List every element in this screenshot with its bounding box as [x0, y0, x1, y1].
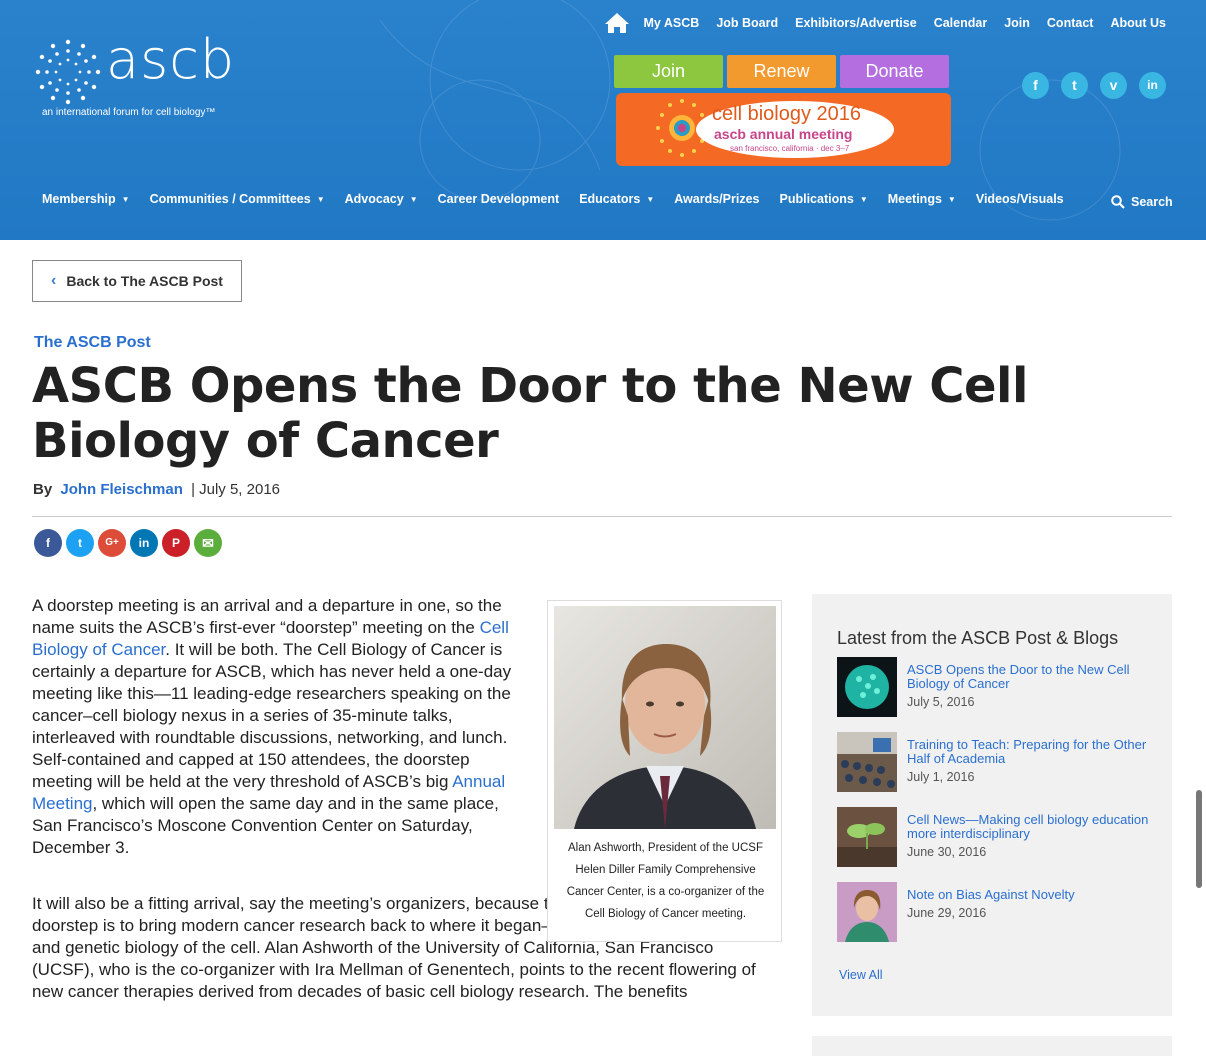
search-label: Search — [1131, 195, 1173, 209]
site-header: ascb an international forum for cell bio… — [0, 0, 1206, 240]
sidebar-widget — [812, 1036, 1172, 1056]
article-paragraph: A doorstep meeting is an arrival and a d… — [32, 596, 512, 857]
twitter-icon[interactable]: t — [66, 529, 94, 557]
post-thumbnail[interactable] — [837, 807, 897, 867]
chevron-down-icon: ▼ — [859, 195, 868, 204]
utility-nav: My ASCB Job Board Exhibitors/Advertise C… — [604, 12, 1166, 34]
scrollbar-thumb[interactable] — [1196, 790, 1202, 888]
twitter-icon[interactable]: t — [1061, 72, 1088, 99]
banner-subtitle: ascb annual meeting — [714, 126, 853, 142]
view-all-link[interactable]: View All — [839, 968, 883, 982]
post-thumbnail[interactable] — [837, 657, 897, 717]
email-icon[interactable]: ✉ — [194, 529, 222, 557]
chevron-down-icon: ▼ — [409, 195, 418, 204]
facebook-icon[interactable]: f — [1022, 72, 1049, 99]
facebook-icon[interactable]: f — [34, 529, 62, 557]
banner-location: san francisco, california · dec 3–7 — [730, 144, 850, 153]
nav-communities[interactable]: Communities / Committees ▼ — [150, 192, 325, 206]
post-thumbnail[interactable] — [837, 732, 897, 792]
list-item[interactable]: ASCB Opens the Door to the New Cell Biol… — [837, 657, 1157, 717]
google-plus-icon[interactable]: G+ — [98, 529, 126, 557]
annual-meeting-banner[interactable]: cell biology 2016 ascb annual meeting sa… — [616, 93, 951, 166]
donate-button[interactable]: Donate — [840, 55, 949, 88]
renew-button[interactable]: Renew — [727, 55, 836, 88]
logo-tagline: an international forum for cell biology™ — [42, 107, 216, 118]
chevron-down-icon: ▼ — [121, 195, 130, 204]
ascb-logo[interactable]: ascb an international forum for cell bio… — [32, 28, 252, 124]
chevron-down-icon: ▼ — [947, 195, 956, 204]
search-icon — [1111, 195, 1125, 209]
logo-wordmark: ascb — [106, 28, 236, 91]
list-item[interactable]: Training to Teach: Preparing for the Oth… — [837, 732, 1157, 792]
nav-join[interactable]: Join — [1004, 16, 1030, 30]
sidebar-title: Latest from the ASCB Post & Blogs — [837, 628, 1119, 648]
social-links: f t v in — [1022, 72, 1178, 99]
post-thumbnail[interactable] — [837, 882, 897, 942]
post-title-link[interactable]: ASCB Opens the Door to the New Cell Biol… — [907, 663, 1152, 691]
portrait-photo — [554, 606, 776, 829]
article-photo-figure: Alan Ashworth, President of the UCSF Hel… — [547, 600, 782, 942]
pinterest-icon[interactable]: P — [162, 529, 190, 557]
section-label[interactable]: The ASCB Post — [34, 334, 151, 352]
logo-dots-icon — [35, 39, 101, 105]
nav-meetings[interactable]: Meetings ▼ — [888, 192, 956, 206]
publish-date: | July 5, 2016 — [191, 481, 281, 498]
linkedin-icon[interactable]: in — [130, 529, 158, 557]
nav-about-us[interactable]: About Us — [1110, 16, 1166, 30]
post-date: July 1, 2016 — [907, 770, 975, 784]
list-item[interactable]: Note on Bias Against Novelty June 29, 20… — [837, 882, 1157, 942]
banner-title: cell biology 2016 — [712, 103, 861, 125]
nav-advocacy[interactable]: Advocacy ▼ — [345, 192, 418, 206]
nav-membership[interactable]: Membership ▼ — [42, 192, 130, 206]
nav-contact[interactable]: Contact — [1047, 16, 1094, 30]
share-bar: f t G+ in P ✉ — [34, 529, 226, 557]
divider — [32, 516, 1172, 517]
linkedin-icon[interactable]: in — [1139, 72, 1166, 99]
home-icon[interactable] — [604, 12, 630, 34]
vimeo-icon[interactable]: v — [1100, 72, 1127, 99]
post-title-link[interactable]: Note on Bias Against Novelty — [907, 888, 1152, 902]
post-title-link[interactable]: Training to Teach: Preparing for the Oth… — [907, 738, 1152, 766]
search-button[interactable]: Search — [1111, 195, 1173, 209]
post-title-link[interactable]: Cell News—Making cell biology education … — [907, 813, 1152, 841]
nav-job-board[interactable]: Job Board — [716, 16, 778, 30]
back-button-label: Back to The ASCB Post — [66, 273, 223, 289]
nav-exhibitors[interactable]: Exhibitors/Advertise — [795, 16, 917, 30]
nav-educators[interactable]: Educators ▼ — [579, 192, 654, 206]
nav-publications[interactable]: Publications ▼ — [779, 192, 867, 206]
photo-caption: Alan Ashworth, President of the UCSF Hel… — [566, 842, 765, 920]
main-nav: Membership ▼ Communities / Committees ▼ Ad… — [42, 192, 1084, 206]
nav-awards[interactable]: Awards/Prizes — [674, 192, 759, 206]
nav-videos[interactable]: Videos/Visuals — [976, 192, 1064, 206]
join-button[interactable]: Join — [614, 55, 723, 88]
chevron-left-icon: ‹ — [51, 272, 57, 289]
post-date: June 29, 2016 — [907, 906, 987, 920]
nav-career-development[interactable]: Career Development — [438, 192, 560, 206]
post-date: July 5, 2016 — [907, 695, 975, 709]
post-date: June 30, 2016 — [907, 845, 987, 859]
byline: By John Fleischman | July 5, 2016 — [33, 481, 280, 498]
list-item[interactable]: Cell News—Making cell biology education … — [837, 807, 1157, 867]
chevron-down-icon: ▼ — [316, 195, 325, 204]
author-link[interactable]: John Fleischman — [60, 481, 183, 498]
byline-prefix: By — [33, 481, 53, 498]
back-button[interactable]: ‹ Back to The ASCB Post — [32, 260, 242, 302]
latest-posts-sidebar: Latest from the ASCB Post & Blogs ASCB O… — [812, 594, 1172, 1016]
nav-my-ascb[interactable]: My ASCB — [644, 16, 700, 30]
chevron-down-icon: ▼ — [646, 195, 655, 204]
page-title: ASCB Opens the Door to the New Cell Biol… — [32, 358, 1028, 469]
nav-calendar[interactable]: Calendar — [934, 16, 988, 30]
